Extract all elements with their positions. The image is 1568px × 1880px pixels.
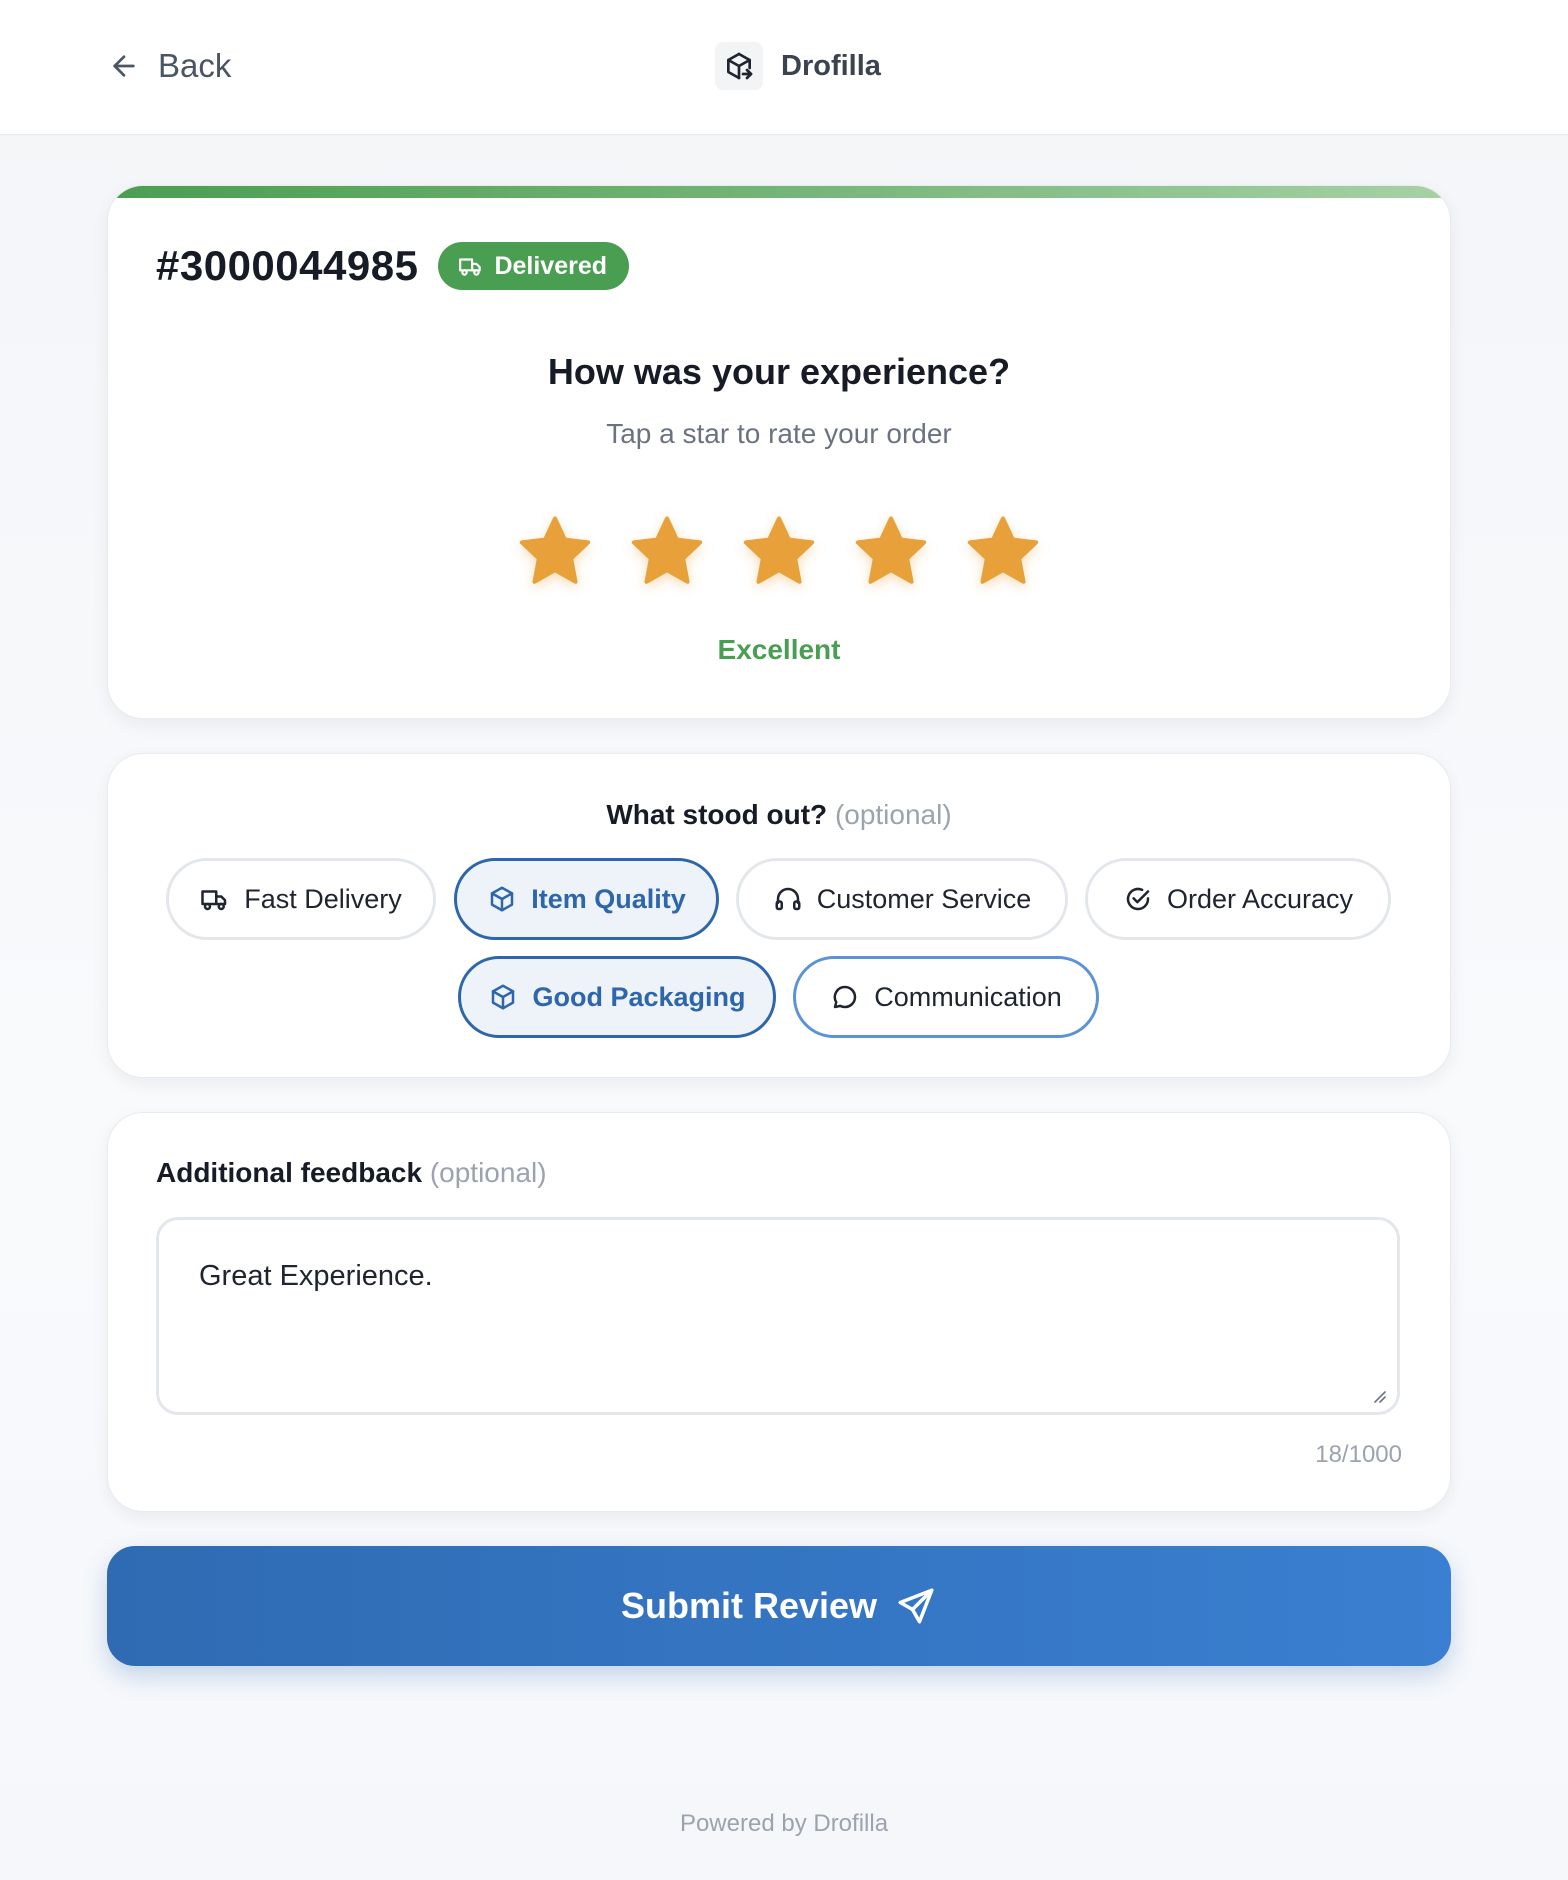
feedback-textarea[interactable]: Great Experience.	[156, 1217, 1400, 1415]
chip-label: Customer Service	[816, 883, 1032, 914]
arrow-left-icon	[113, 55, 135, 77]
optional-hint: (optional)	[429, 1157, 547, 1188]
brand: Drofilla	[715, 40, 881, 92]
back-button[interactable]: Back	[108, 44, 231, 88]
chip-fast-delivery[interactable]: Fast Delivery	[166, 858, 436, 940]
back-label: Back	[158, 47, 232, 84]
status-label: Delivered	[494, 251, 608, 280]
character-counter: 18/1000	[1315, 1441, 1402, 1468]
powered-by-footer: Powered by Drofilla	[679, 1810, 889, 1837]
box-icon	[492, 984, 515, 1010]
order-number: #3000044985	[156, 242, 419, 289]
send-icon	[898, 1588, 934, 1624]
rating-card: #3000044985 Delivered How was your exper…	[107, 185, 1451, 719]
box-icon	[490, 886, 514, 912]
highlights-title: What stood out? (optional)	[108, 799, 1450, 831]
star-icon	[631, 516, 703, 584]
order-header: #3000044985 Delivered	[156, 242, 630, 290]
chip-label: Order Accuracy	[1166, 883, 1354, 914]
feedback-title-text: Additional feedback	[156, 1157, 423, 1188]
star-3[interactable]	[738, 511, 820, 593]
feedback-title: Additional feedback (optional)	[156, 1157, 547, 1189]
feedback-card: Additional feedback (optional) Great Exp…	[107, 1112, 1451, 1512]
star-icon	[519, 516, 591, 584]
chip-order-accuracy[interactable]: Order Accuracy	[1085, 858, 1391, 940]
brand-name: Drofilla	[781, 49, 881, 82]
card-accent-bar	[108, 186, 1450, 198]
star-icon	[967, 516, 1039, 584]
chip-good-packaging[interactable]: Good Packaging	[458, 956, 776, 1038]
star-2[interactable]	[626, 511, 708, 593]
star-icon	[743, 516, 815, 584]
chip-label: Communication	[874, 981, 1062, 1012]
chip-item-quality[interactable]: Item Quality	[454, 858, 719, 940]
top-bar: Back Drofilla	[0, 0, 1568, 135]
highlights-card: What stood out? (optional) Fast Delivery…	[107, 753, 1451, 1078]
chat-bubble-icon	[833, 985, 857, 1009]
chip-label: Fast Delivery	[244, 883, 402, 914]
submit-review-button[interactable]: Submit Review	[107, 1546, 1451, 1666]
resize-handle-icon[interactable]	[1369, 1386, 1387, 1404]
experience-title: How was your experience?	[547, 351, 1011, 392]
star-1[interactable]	[514, 511, 596, 593]
truck-icon	[459, 258, 482, 276]
rating-label: Excellent	[717, 634, 841, 665]
chip-customer-service[interactable]: Customer Service	[736, 858, 1068, 940]
headphones-icon	[775, 887, 801, 911]
submit-label: Submit Review	[620, 1585, 878, 1626]
package-return-icon	[727, 52, 753, 80]
optional-hint: (optional)	[834, 799, 952, 830]
feedback-text: Great Experience.	[199, 1260, 433, 1292]
chip-communication[interactable]: Communication	[793, 956, 1099, 1038]
chip-label: Good Packaging	[532, 981, 746, 1012]
brand-logo	[715, 42, 763, 90]
star-rating	[108, 511, 1450, 593]
star-icon	[855, 516, 927, 584]
star-4[interactable]	[850, 511, 932, 593]
check-circle-icon	[1126, 887, 1150, 911]
highlights-title-text: What stood out?	[606, 799, 828, 830]
chip-label: Item Quality	[531, 883, 686, 914]
truck-icon	[201, 890, 227, 911]
status-badge: Delivered	[438, 242, 630, 290]
star-5[interactable]	[962, 511, 1044, 593]
experience-subtitle: Tap a star to rate your order	[606, 418, 952, 449]
